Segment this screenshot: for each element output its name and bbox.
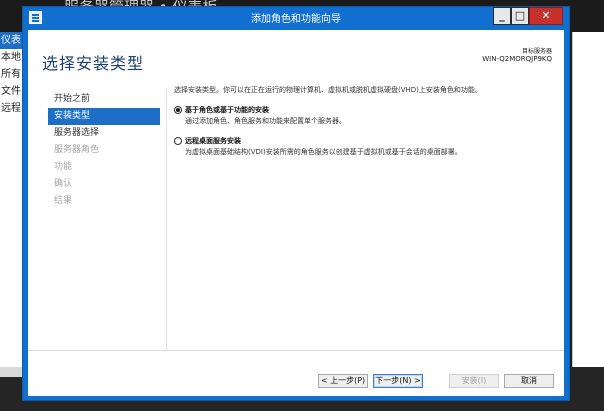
option-remote-desktop[interactable]: 远程桌面服务安装 为虚拟桌面基础结构(VDI)安装所需的角色服务以创建基于虚拟机… <box>174 135 554 158</box>
destination-server-label: 目标服务器 <box>521 48 552 55</box>
wizard-steps-nav: 开始之前 安装类型 服务器选择 服务器角色 功能 确认 结果 <box>48 91 160 210</box>
wizard-client-area: 选择安装类型 目标服务器 WIN-Q2MORQJP9KQ 开始之前 安装类型 服… <box>28 30 564 396</box>
step-server-roles: 服务器角色 <box>54 145 100 155</box>
step-features: 功能 <box>54 162 73 172</box>
install-button: 安装(I) <box>449 374 499 388</box>
minimize-button[interactable]: _ <box>493 7 511 25</box>
add-roles-wizard-window: 添加角色和功能向导 _ □ ✕ 选择安装类型 目标服务器 WIN-Q2MORQJ… <box>22 6 570 401</box>
option-role-based-description: 通过添加角色、角色服务和功能来配置单个服务器。 <box>185 117 346 125</box>
step-confirmation: 确认 <box>54 179 73 189</box>
step-before-you-begin[interactable]: 开始之前 <box>48 91 160 108</box>
cancel-button[interactable]: 取消 <box>504 374 554 388</box>
previous-button[interactable]: < 上一步(P) <box>318 374 368 388</box>
step-results: 结果 <box>54 196 73 206</box>
radio-role-based[interactable] <box>174 106 182 114</box>
step-server-selection[interactable]: 服务器选择 <box>48 125 160 142</box>
wizard-titlebar[interactable]: 添加角色和功能向导 _ □ ✕ <box>23 7 569 29</box>
option-role-based[interactable]: 基于角色或基于功能的安装 通过添加角色、角色服务和功能来配置单个服务器。 <box>174 104 554 127</box>
maximize-button[interactable]: □ <box>511 7 529 25</box>
option-remote-desktop-description: 为虚拟桌面基础结构(VDI)安装所需的角色服务以创建基于虚拟机或基于会话的桌面部… <box>185 148 462 156</box>
intro-text: 选择安装类型。你可以在正在运行的物理计算机、虚拟机或脱机虚拟硬盘(VHD)上安装… <box>174 86 482 94</box>
step-installation-type[interactable]: 安装类型 <box>48 108 160 125</box>
footer-divider <box>28 350 564 351</box>
destination-server-name: WIN-Q2MORQJP9KQ <box>482 55 552 63</box>
option-remote-desktop-title[interactable]: 远程桌面服务安装 <box>185 135 554 147</box>
next-button[interactable]: 下一步(N) > <box>373 374 423 388</box>
nav-divider <box>166 88 167 350</box>
server-manager-content-edge <box>572 32 604 367</box>
page-title: 选择安装类型 <box>42 54 145 73</box>
wizard-title: 添加角色和功能向导 <box>251 14 341 25</box>
installation-type-content: 选择安装类型。你可以在正在运行的物理计算机、虚拟机或脱机虚拟硬盘(VHD)上安装… <box>174 84 554 158</box>
close-button[interactable]: ✕ <box>529 7 563 25</box>
radio-remote-desktop[interactable] <box>174 137 182 145</box>
option-role-based-title[interactable]: 基于角色或基于功能的安装 <box>185 104 554 116</box>
